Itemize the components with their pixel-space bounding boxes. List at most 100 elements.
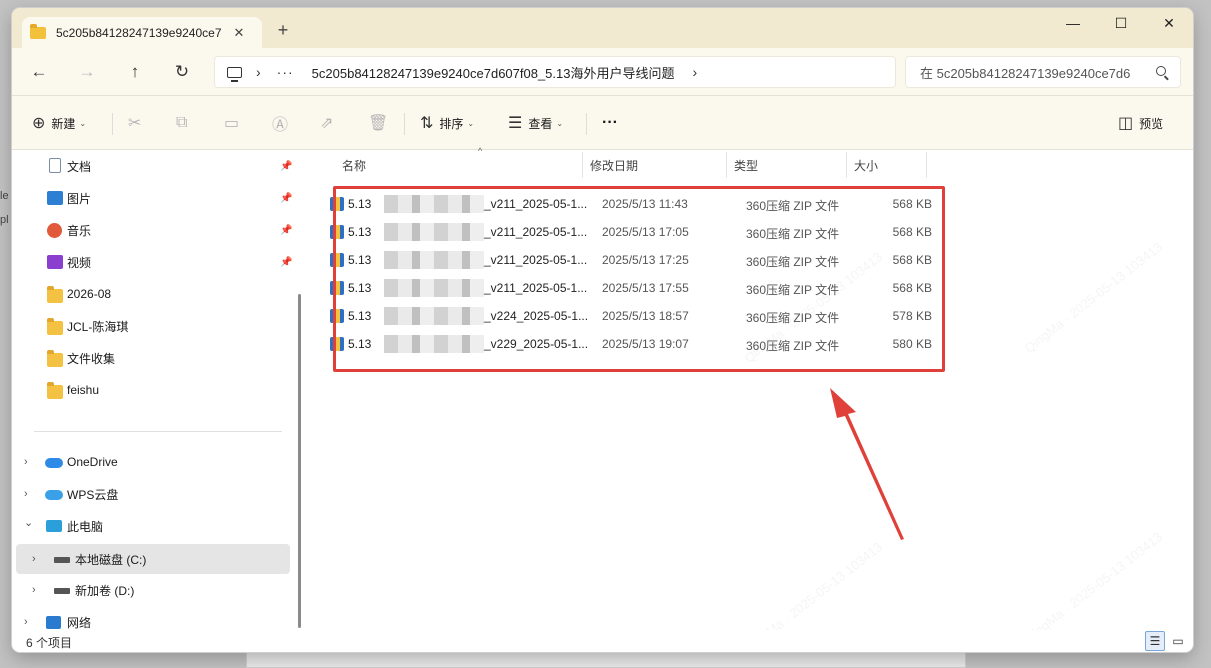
sidebar-item-label: 文档	[67, 159, 92, 174]
minimize-button[interactable]: —	[1049, 8, 1097, 38]
sidebar-item-drive-d[interactable]: › 新加卷 (D:)	[12, 576, 297, 604]
sidebar-item-file-collection[interactable]: 文件收集	[12, 344, 297, 372]
music-icon	[47, 223, 62, 238]
drive-icon	[54, 557, 70, 563]
onedrive-icon	[45, 458, 63, 468]
new-button[interactable]: ⊕ 新建 ⌄	[32, 111, 86, 135]
sidebar-item-pictures[interactable]: 图片 📌	[12, 184, 297, 212]
sidebar-item-label: 文件收集	[67, 351, 116, 366]
rename-button[interactable]: Ⓐ	[272, 111, 294, 135]
toolbar-divider	[586, 113, 587, 135]
sidebar-item-documents[interactable]: 文档 📌	[12, 152, 297, 180]
plus-circle-icon: ⊕	[32, 115, 46, 132]
details-view-icon: ☰	[1149, 634, 1161, 648]
video-icon	[47, 255, 63, 269]
breadcrumb-current-folder[interactable]: 5c205b84128247139e9240ce7d607f08_5.13海外用…	[312, 63, 675, 82]
view-button[interactable]: ☰ 查看 ⌄	[508, 111, 563, 135]
cut-button[interactable]: ✂	[128, 111, 147, 135]
tab-current-folder[interactable]: 5c205b84128247139e9240ce7d ✕	[22, 17, 262, 48]
sidebar-item-label: 网络	[67, 615, 92, 630]
chevron-down-icon: ⌄	[79, 118, 87, 128]
sidebar-item-label: 新加卷 (D:)	[75, 583, 135, 598]
sidebar-item-wps-cloud[interactable]: › WPS云盘	[12, 480, 297, 508]
sidebar-divider	[34, 431, 282, 432]
chevron-down-icon: ⌄	[467, 118, 475, 128]
sidebar-item-feishu[interactable]: feishu	[12, 376, 297, 404]
search-icon	[1156, 66, 1166, 76]
tiles-view-button[interactable]: ▭	[1168, 631, 1188, 651]
chevron-down-icon: ⌄	[556, 118, 564, 128]
command-bar: ⊕ 新建 ⌄ ✂ ⧉ ▭ Ⓐ ⇗ 🗑 ⇅ 排序 ⌄ ☰ 查看 ⌄ ··· ◫ 预…	[12, 96, 1193, 150]
preview-label: 预览	[1139, 116, 1164, 131]
sidebar-item-label: WPS云盘	[67, 487, 119, 502]
chevron-down-icon[interactable]: ⌄	[24, 516, 33, 529]
file-explorer-window: 5c205b84128247139e9240ce7d ✕ + — ☐ ✕ ← →…	[12, 8, 1193, 652]
breadcrumb-overflow[interactable]: ···	[277, 64, 294, 80]
pin-icon[interactable]: 📌	[280, 161, 297, 172]
sidebar-item-this-pc[interactable]: ⌄ 此电脑	[12, 512, 297, 540]
sidebar-item-label: 此电脑	[67, 519, 104, 534]
clipboard-icon: ▭	[224, 115, 240, 132]
chevron-right-icon[interactable]: ›	[32, 553, 36, 565]
sidebar-item-jcl[interactable]: JCL-陈海琪	[12, 312, 297, 340]
sidebar-item-videos[interactable]: 视频 📌	[12, 248, 297, 276]
share-button[interactable]: ⇗	[320, 111, 339, 135]
sidebar-item-label: OneDrive	[67, 455, 118, 469]
delete-button[interactable]: 🗑	[368, 111, 394, 135]
maximize-button[interactable]: ☐	[1097, 8, 1145, 38]
tiles-view-icon: ▭	[1172, 634, 1184, 648]
pin-icon[interactable]: 📌	[280, 257, 297, 268]
search-input[interactable]: 在 5c205b84128247139e9240ce7d6	[920, 63, 1140, 82]
details-view-button[interactable]: ☰	[1145, 631, 1165, 651]
pin-icon[interactable]: 📌	[280, 225, 297, 236]
status-bar: 6 个项目 ☰ ▭	[12, 630, 1193, 652]
paste-button[interactable]: ▭	[224, 111, 245, 135]
chevron-right-icon[interactable]: ›	[24, 616, 28, 628]
close-button[interactable]: ✕	[1145, 8, 1193, 38]
up-button[interactable]: ↑	[123, 60, 147, 84]
forward-button[interactable]: →	[75, 60, 99, 84]
back-button[interactable]: ←	[27, 60, 51, 84]
new-label: 新建	[51, 116, 76, 131]
sidebar-scrollbar[interactable]	[298, 294, 301, 628]
toolbar-divider	[112, 113, 113, 135]
breadcrumb-separator[interactable]: ›	[693, 64, 698, 80]
sort-icon: ⇅	[420, 115, 434, 132]
address-bar[interactable]: › ··· 5c205b84128247139e9240ce7d607f08_5…	[214, 56, 896, 88]
preview-pane-button[interactable]: ◫ 预览	[1118, 111, 1163, 135]
sidebar-item-label: 图片	[67, 191, 92, 206]
navigation-pane: 文档 📌 图片 📌 音乐 📌 视频 📌 2026-08 JCL-陈海琪 文件收集…	[12, 150, 297, 630]
copy-icon: ⧉	[176, 114, 188, 131]
pin-icon[interactable]: 📌	[280, 193, 297, 204]
item-count: 6 个项目	[26, 636, 73, 650]
file-list: 名称 ^ 修改日期 类型 大小 5.13 _v211_2025-05-1... …	[308, 146, 1193, 652]
share-icon: ⇗	[320, 115, 334, 132]
rename-icon: Ⓐ	[272, 117, 289, 134]
this-pc-icon	[46, 520, 62, 532]
see-more-button[interactable]: ···	[602, 111, 618, 135]
chevron-right-icon[interactable]: ›	[24, 488, 28, 500]
tab-close-icon[interactable]: ✕	[230, 25, 248, 41]
chevron-right-icon[interactable]: ›	[32, 584, 36, 596]
tab-title: 5c205b84128247139e9240ce7d	[56, 25, 222, 40]
refresh-button[interactable]: ↻	[170, 60, 194, 84]
folder-icon	[47, 382, 63, 399]
search-box[interactable]: 在 5c205b84128247139e9240ce7d6	[905, 56, 1181, 88]
sidebar-item-label: 本地磁盘 (C:)	[75, 552, 147, 567]
sidebar-item-music[interactable]: 音乐 📌	[12, 216, 297, 244]
copy-button[interactable]: ⧉	[176, 111, 193, 135]
chevron-right-icon[interactable]: ›	[24, 456, 28, 468]
document-icon	[49, 158, 61, 173]
sort-button[interactable]: ⇅ 排序 ⌄	[420, 111, 474, 135]
sidebar-item-label: feishu	[67, 383, 100, 397]
sidebar-item-2026-08[interactable]: 2026-08	[12, 280, 297, 308]
sidebar-item-drive-c[interactable]: › 本地磁盘 (C:)	[16, 544, 290, 574]
toolbar-divider	[404, 113, 405, 135]
breadcrumb-separator[interactable]: ›	[256, 64, 261, 80]
network-icon	[46, 616, 61, 629]
folder-icon	[47, 350, 63, 367]
sidebar-item-onedrive[interactable]: › OneDrive	[12, 448, 297, 476]
annotation-arrow-icon	[830, 388, 904, 540]
sidebar-item-label: 视频	[67, 255, 92, 270]
new-tab-button[interactable]: +	[274, 20, 292, 41]
